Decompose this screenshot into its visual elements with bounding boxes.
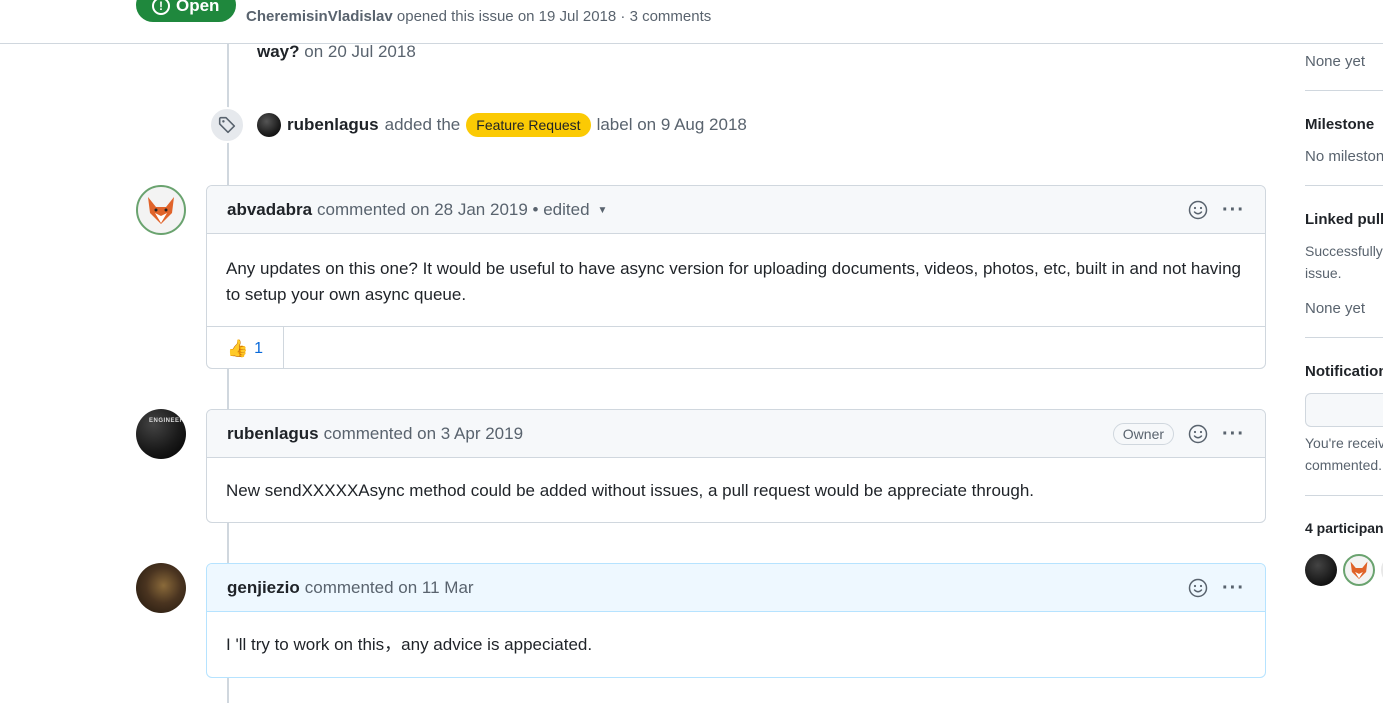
- issue-meta: CheremisinVladislav opened this issue on…: [246, 8, 711, 25]
- sidebar-linked-value: None yet: [1305, 300, 1366, 317]
- sidebar-linked-desc-2: issue.: [1305, 265, 1342, 281]
- avatar-abvadabra[interactable]: [136, 185, 186, 235]
- sidebar-notif-desc: You're receiving notifications because y…: [1305, 435, 1383, 451]
- comment-abvadabra: abvadabra commented on 28 Jan 2019 • edi…: [206, 185, 1266, 369]
- reactions-bar: 👍 1: [207, 326, 1265, 368]
- comment-author-link[interactable]: abvadabra: [227, 200, 312, 220]
- sidebar-linked-heading[interactable]: Linked pull requests: [1305, 211, 1383, 228]
- comment-rubenlagus: rubenlagus commented on 3 Apr 2019 Owner…: [206, 409, 1266, 523]
- issue-state-badge: ! Open: [136, 0, 236, 22]
- comment-meta[interactable]: commented on 11 Mar: [305, 578, 474, 598]
- sticky-header: ! Open CheremisinVladislav opened this i…: [0, 0, 1383, 44]
- comment-header: genjiezio commented on 11 Mar ···: [207, 564, 1265, 612]
- comment-meta[interactable]: commented on 28 Jan 2019 • edited: [317, 200, 589, 220]
- event-action-text: added the: [384, 115, 461, 134]
- state-label: Open: [176, 0, 220, 15]
- sidebar-linked-desc: Successfully merging a pull request may …: [1305, 243, 1383, 259]
- reaction-count: 1: [254, 339, 264, 357]
- comment-header: abvadabra commented on 28 Jan 2019 • edi…: [207, 186, 1265, 234]
- sidebar-participants-heading: 4 participants: [1305, 520, 1383, 536]
- subscribe-button[interactable]: [1305, 393, 1383, 427]
- sidebar-divider: [1305, 90, 1383, 91]
- sidebar-projects-value: None yet: [1305, 53, 1366, 70]
- owner-badge: Owner: [1112, 423, 1175, 445]
- participant-avatar[interactable]: [1343, 554, 1375, 586]
- feature-request-label[interactable]: Feature Request: [466, 113, 591, 137]
- previous-event-date: on 20 Jul 2018: [299, 42, 416, 61]
- thumbs-up-reaction[interactable]: 👍 1: [207, 326, 285, 368]
- issue-opened-text: opened this issue on 19 Jul 2018 · 3 com…: [396, 8, 712, 25]
- issue-sidebar: None yet Milestone No milestone Linked p…: [1305, 44, 1383, 703]
- sidebar-divider: [1305, 337, 1383, 338]
- sidebar-notif-desc-2: commented.: [1305, 457, 1383, 473]
- add-reaction-icon[interactable]: [1188, 200, 1208, 220]
- tag-icon: [209, 107, 245, 143]
- comment-body: I 'll try to work on this，any advice is …: [226, 635, 593, 654]
- add-reaction-icon[interactable]: [1188, 424, 1208, 444]
- avatar[interactable]: [257, 113, 281, 137]
- comment-header: rubenlagus commented on 3 Apr 2019 Owner…: [207, 410, 1265, 458]
- comment-meta[interactable]: commented on 3 Apr 2019: [324, 424, 523, 444]
- sidebar-divider: [1305, 185, 1383, 186]
- sidebar-milestone-value: No milestone: [1305, 148, 1383, 165]
- previous-event-text: way? on 20 Jul 2018: [257, 42, 416, 62]
- event-actor-link[interactable]: rubenlagus: [287, 115, 379, 135]
- participant-avatar[interactable]: [1305, 554, 1337, 586]
- comment-author-link[interactable]: genjiezio: [227, 578, 300, 598]
- add-reaction-icon[interactable]: [1188, 578, 1208, 598]
- sidebar-divider: [1305, 495, 1383, 496]
- more-options-icon[interactable]: ···: [1222, 578, 1245, 598]
- comment-body: New sendXXXXXAsync method could be added…: [226, 481, 1034, 500]
- comment-author-link[interactable]: rubenlagus: [227, 424, 319, 444]
- event-suffix-text: label on 9 Aug 2018: [596, 115, 747, 134]
- issue-opened-icon: !: [152, 0, 170, 15]
- avatar-shirt-print: ENGINEER: [149, 418, 185, 424]
- sidebar-milestone-heading[interactable]: Milestone: [1305, 116, 1374, 133]
- edited-dropdown-icon[interactable]: ▼: [598, 205, 608, 216]
- avatar-genjiezio[interactable]: [136, 563, 186, 613]
- previous-event-bold: way?: [257, 42, 300, 61]
- avatar-rubenlagus[interactable]: ENGINEER: [136, 409, 186, 459]
- more-options-icon[interactable]: ···: [1222, 200, 1245, 220]
- sidebar-notifications-heading: Notifications: [1305, 363, 1383, 380]
- label-added-event: rubenlagus added the Feature Request lab…: [209, 107, 747, 143]
- more-options-icon[interactable]: ···: [1222, 424, 1245, 444]
- thumbs-up-icon: 👍: [227, 338, 249, 358]
- issue-author-link[interactable]: CheremisinVladislav: [246, 8, 393, 25]
- comment-genjiezio: genjiezio commented on 11 Mar ··· I 'll …: [206, 563, 1266, 678]
- comment-body: Any updates on this one? It would be use…: [226, 259, 1241, 304]
